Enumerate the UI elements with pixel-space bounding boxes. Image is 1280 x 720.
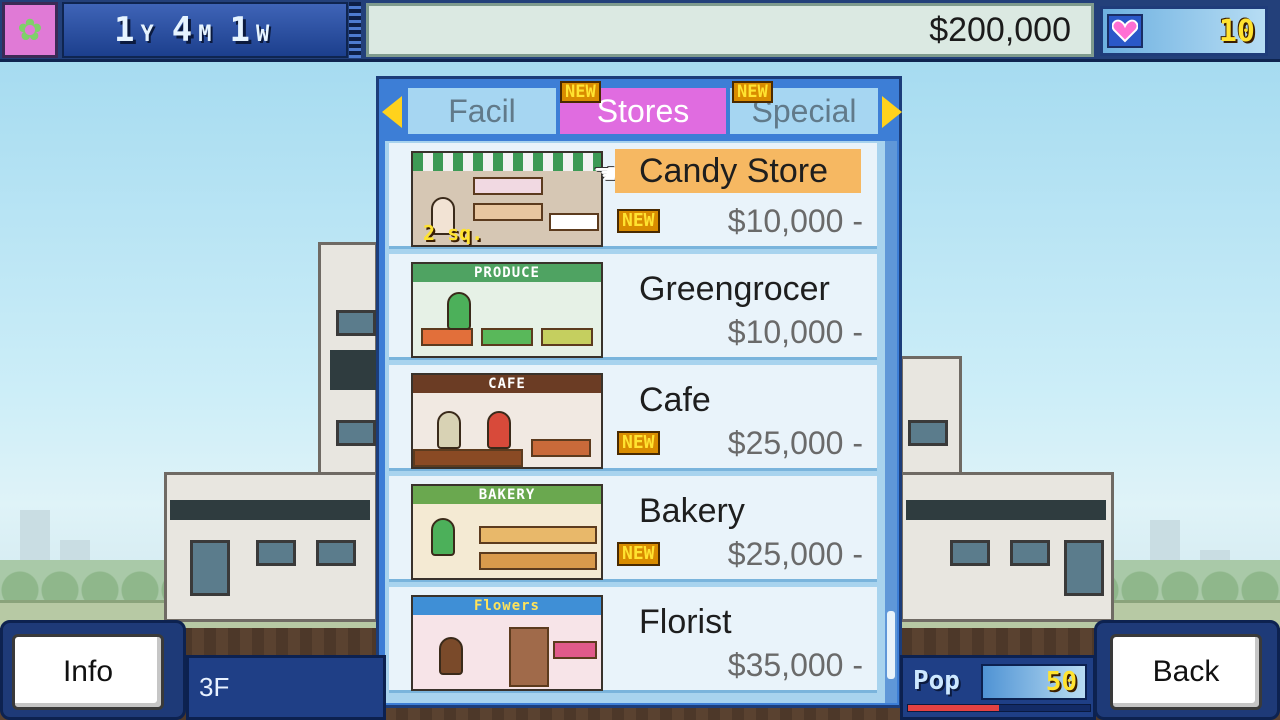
date-year-unit: Y — [140, 21, 154, 47]
back-button-label: Back — [1152, 655, 1220, 688]
money-display: $200,000 — [366, 3, 1094, 57]
bakery-thumbnail: BAKERY — [411, 484, 603, 580]
florist-thumbnail: Flowers — [411, 595, 603, 691]
date-weeks: 1 — [229, 10, 250, 50]
floor-indicator: 3F — [186, 655, 386, 720]
hearts-value: 10 — [1218, 13, 1255, 49]
item-name: Candy Store — [615, 149, 861, 193]
new-badge: NEW — [732, 81, 773, 103]
date-months: 4 — [171, 10, 193, 50]
population-display: Pop 50 — [900, 655, 1096, 720]
hearts-display: 10 — [1100, 6, 1268, 56]
item-price: $25,000 - — [727, 425, 863, 461]
tab-stores[interactable]: NEW Stores — [560, 81, 726, 134]
new-badge: NEW — [560, 81, 601, 103]
tab-special[interactable]: NEW Special — [730, 81, 878, 134]
date-week-unit: W — [255, 21, 270, 47]
list-item-cafe[interactable]: CAFE Cafe NEW $25,000 - — [389, 365, 877, 471]
shop-sign: PRODUCE — [413, 264, 601, 282]
category-tabs: Facil NEW Stores NEW Special — [382, 81, 902, 136]
tab-facilities[interactable]: Facil — [408, 88, 556, 134]
heart-icon — [1107, 14, 1143, 48]
pop-value: 50 — [1045, 667, 1077, 697]
floor-size-label: 2 sq. — [423, 221, 484, 245]
date-years: 1 — [114, 10, 135, 50]
info-button-label: Info — [62, 655, 114, 688]
item-price: $25,000 - — [727, 536, 863, 572]
arrow-left-icon[interactable] — [382, 96, 402, 128]
top-hud: ✿ 1 Y 4 M 1 W $200,000 10 — [0, 0, 1280, 62]
money-value: $200,000 — [929, 10, 1071, 49]
tab-facilities-label: Facil — [448, 92, 516, 129]
grape-icon[interactable]: ✿ — [2, 2, 58, 58]
floor-label: 3F — [199, 672, 230, 702]
scrollbar-thumb[interactable] — [887, 611, 895, 679]
hud-divider — [349, 2, 361, 58]
pop-value-box: 50 — [981, 664, 1087, 700]
item-name: Florist — [639, 603, 732, 641]
shop-sign: CAFE — [413, 375, 601, 393]
candy-store-thumbnail: 2 sq. — [411, 151, 603, 247]
shop-sign: BAKERY — [413, 486, 601, 504]
item-name: Cafe — [639, 381, 711, 419]
item-name: Greengrocer — [639, 270, 830, 308]
pop-gauge — [907, 704, 1091, 712]
new-badge: NEW — [617, 209, 660, 233]
new-badge: NEW — [617, 431, 660, 455]
info-button[interactable]: Info — [12, 634, 164, 710]
arrow-right-icon[interactable] — [882, 96, 902, 128]
list-item-florist[interactable]: Flowers Florist $35,000 - — [389, 587, 877, 693]
tab-stores-label: Stores — [596, 92, 690, 129]
date-display: 1 Y 4 M 1 W — [62, 2, 348, 58]
new-badge: NEW — [617, 542, 660, 566]
item-price: $35,000 - — [727, 647, 863, 683]
store-list[interactable]: 2 sq. ☚ Candy Store NEW $10,000 - PRODUC… — [385, 141, 887, 703]
item-name: Bakery — [639, 492, 745, 530]
list-item-bakery[interactable]: BAKERY Bakery NEW $25,000 - — [389, 476, 877, 582]
pop-label: Pop — [913, 666, 960, 696]
item-price: $10,000 - — [727, 203, 863, 239]
pop-gauge-fill — [908, 705, 999, 711]
back-button[interactable]: Back — [1110, 634, 1262, 710]
item-price: $10,000 - — [727, 314, 863, 350]
build-menu-panel: Facil NEW Stores NEW Special 2 sq. ☚ Can… — [376, 76, 902, 708]
list-scrollbar[interactable] — [885, 141, 897, 703]
cafe-thumbnail: CAFE — [411, 373, 603, 469]
list-item-candy-store[interactable]: 2 sq. ☚ Candy Store NEW $10,000 - — [389, 143, 877, 249]
greengrocer-thumbnail: PRODUCE — [411, 262, 603, 358]
shop-sign: Flowers — [413, 597, 601, 615]
date-month-unit: M — [198, 21, 212, 47]
list-item-greengrocer[interactable]: PRODUCE Greengrocer $10,000 - — [389, 254, 877, 360]
